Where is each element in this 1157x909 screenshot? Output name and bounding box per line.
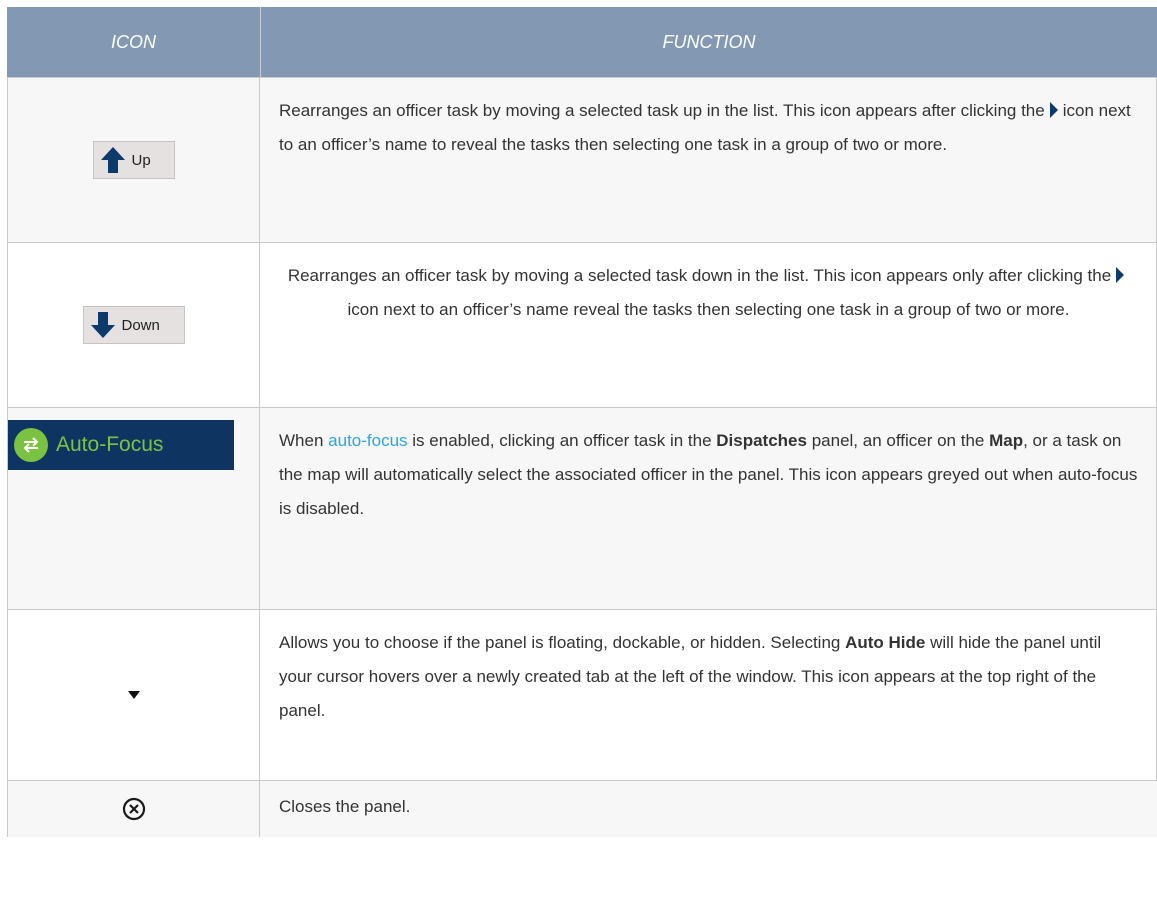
icon-column-header: ICON: [7, 7, 261, 77]
row-text: icon next to an officer’s name reveal th…: [347, 300, 1070, 319]
icon-cell: Up: [7, 78, 260, 242]
row-text: panel, an officer on the: [811, 431, 985, 450]
table-row: Up Rearranges an officer task by moving …: [7, 77, 1157, 242]
dropdown-arrow-icon: [127, 691, 140, 699]
row-text: is enabled, clicking an officer task in …: [412, 431, 712, 450]
table-row: Closes the panel.: [7, 780, 1157, 837]
function-cell: Allows you to choose if the panel is flo…: [260, 610, 1157, 780]
down-button-image: Down: [82, 306, 185, 344]
arrow-down-icon: [90, 312, 115, 338]
function-cell: Rearranges an officer task by moving a s…: [260, 78, 1157, 242]
table-row: Auto-Focus When auto-focus is enabled, c…: [7, 407, 1157, 609]
table-row: Allows you to choose if the panel is flo…: [7, 609, 1157, 780]
function-cell: Rearranges an officer task by moving a s…: [260, 243, 1157, 407]
auto-focus-button-image: Auto-Focus: [8, 420, 234, 470]
up-button-image: Up: [92, 141, 175, 179]
auto-hide-bold: Auto Hide: [845, 633, 926, 652]
expand-caret-icon: [1116, 267, 1125, 284]
function-column-header: FUNCTION: [662, 31, 756, 52]
auto-focus-link[interactable]: auto-focus: [328, 431, 407, 450]
table-row: Down Rearranges an officer task by movin…: [7, 242, 1157, 407]
icon-cell: Down: [7, 243, 260, 407]
down-button-label: Down: [121, 316, 160, 334]
close-circle-icon: [122, 797, 145, 821]
icon-cell: [7, 781, 260, 837]
row-text: When: [279, 431, 324, 450]
icon-cell: [7, 610, 260, 780]
row-text: Closes the panel.: [279, 797, 411, 816]
up-button-label: Up: [131, 151, 151, 169]
row-text: Allows you to choose if the panel is flo…: [279, 633, 841, 652]
function-cell: Closes the panel.: [260, 781, 1157, 837]
map-bold: Map: [989, 431, 1024, 450]
dispatches-bold: Dispatches: [716, 431, 807, 450]
expand-caret-icon: [1049, 102, 1058, 119]
icon-function-table: ICON FUNCTION Up Rearranges an officer t…: [7, 7, 1157, 837]
row-text: Rearranges an officer task by moving a s…: [287, 266, 1112, 285]
row-text: Rearranges an officer task by moving a s…: [279, 101, 1045, 120]
arrow-up-icon: [100, 147, 125, 173]
auto-focus-label: Auto-Focus: [56, 433, 164, 456]
function-cell: When auto-focus is enabled, clicking an …: [260, 408, 1157, 609]
swap-arrows-icon: [14, 428, 48, 462]
table-header: ICON FUNCTION: [7, 7, 1157, 77]
icon-cell: Auto-Focus: [7, 408, 260, 609]
